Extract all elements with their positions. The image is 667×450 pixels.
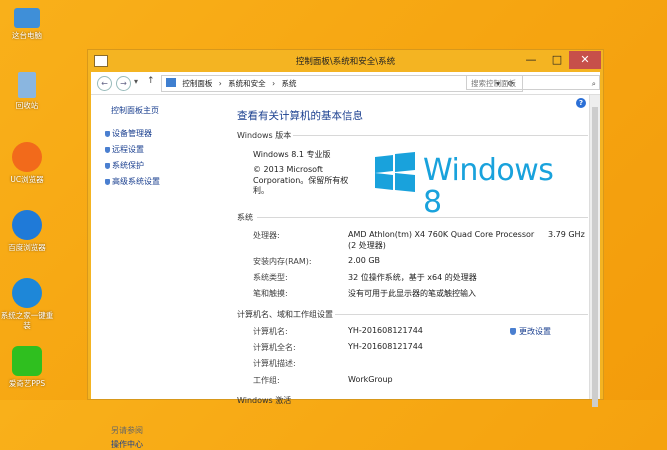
- desktop-icon-label: 系统之家一键重装: [0, 311, 54, 330]
- forward-button[interactable]: →: [116, 76, 131, 91]
- computer-name-label: 计算机名:: [253, 327, 288, 336]
- desktop-icon-system-reinstall[interactable]: 系统之家一键重装: [0, 278, 54, 331]
- desktop-icon-uc-browser[interactable]: UC浏览器: [2, 142, 52, 185]
- content-area: 控制面板主页 设备管理器 远程设置 系统保护 高级系统设置 另请参阅 操作中心 …: [91, 95, 600, 449]
- task-pane: 控制面板主页 设备管理器 远程设置 系统保护 高级系统设置 另请参阅 操作中心: [91, 95, 219, 449]
- see-also-heading: 另请参阅: [111, 426, 143, 435]
- title-bar[interactable]: 控制面板\系统和安全\系统 — □ ✕: [88, 50, 603, 72]
- link-label: 设备管理器: [112, 129, 152, 138]
- desktop-icon-label: 回收站: [15, 101, 39, 110]
- computer-name-value: YH-20160812174​4: [348, 326, 423, 335]
- change-settings-label: 更改设置: [519, 327, 551, 336]
- section-divider: [257, 217, 588, 218]
- control-panel-icon: [166, 78, 176, 87]
- ram-value: 2.00 GB: [348, 256, 381, 265]
- shield-icon: [105, 179, 110, 185]
- ram-label: 安装内存(RAM):: [253, 257, 312, 266]
- processor-speed: 3.79 GHz: [548, 230, 585, 239]
- computer-icon: [14, 8, 40, 28]
- workgroup-label: 工作组:: [253, 376, 280, 385]
- desktop-icon-this-pc[interactable]: 这台电脑: [2, 6, 52, 41]
- processor-count: (2 处理器): [348, 241, 386, 250]
- desktop-icon-label: 爱奇艺PPS: [8, 379, 46, 388]
- shield-icon: [105, 147, 110, 153]
- windows-8-logo: Windows 8: [375, 151, 575, 219]
- scrollbar-thumb[interactable]: [592, 107, 598, 407]
- vertical-scrollbar[interactable]: [589, 95, 600, 407]
- windows-flag-icon: [375, 151, 417, 193]
- change-settings-link[interactable]: 更改设置: [510, 326, 551, 337]
- advanced-system-settings-link[interactable]: 高级系统设置: [105, 176, 160, 187]
- system-heading: 系统: [237, 213, 253, 222]
- system-reinstall-icon: [12, 278, 42, 308]
- close-button[interactable]: ✕: [569, 51, 601, 69]
- full-computer-name-value: YH-20160812174​4: [348, 342, 423, 351]
- system-type-value: 32 位操作系统，基于 x64 的处理器: [348, 273, 477, 282]
- link-label: 远程设置: [112, 145, 144, 154]
- page-title: 查看有关计算机的基本信息: [237, 110, 363, 122]
- computer-name-heading: 计算机名、域和工作组设置: [237, 310, 333, 319]
- computer-description-label: 计算机描述:: [253, 359, 296, 368]
- search-placeholder: 搜索控制面板: [471, 79, 516, 88]
- copyright-line-3: 利。: [253, 186, 269, 195]
- shield-icon: [105, 131, 110, 137]
- windows-activation-heading: Windows 激活: [237, 396, 292, 405]
- copyright-line-1: © 2013 Microsoft: [253, 165, 323, 174]
- back-button[interactable]: ←: [97, 76, 112, 91]
- recycle-bin-icon: [18, 72, 36, 98]
- pen-touch-label: 笔和触摸:: [253, 289, 288, 298]
- breadcrumb-system[interactable]: 系统: [281, 79, 296, 88]
- search-input[interactable]: 搜索控制面板 ⌕: [466, 75, 600, 90]
- section-divider: [293, 135, 588, 136]
- desktop-icon-iqiyi-pps[interactable]: 爱奇艺PPS: [2, 346, 52, 389]
- minimize-button[interactable]: —: [519, 51, 543, 69]
- breadcrumb-system-security[interactable]: 系统和安全: [228, 79, 266, 88]
- link-label: 系统保护: [112, 161, 144, 170]
- desktop-icon-label: UC浏览器: [10, 175, 44, 184]
- uc-browser-icon: [12, 142, 42, 172]
- processor-value: AMD Athlon(tm) X4 760K Quad Core Process…: [348, 230, 535, 239]
- desktop-icon-label: 百度浏览器: [8, 243, 46, 252]
- navigation-bar: ← → ▾ ↑ 控制面板 › 系统和安全 › 系统 ▾ ⟳ 搜索控制面板 ⌕: [91, 72, 600, 95]
- breadcrumb-control-panel[interactable]: 控制面板: [182, 79, 212, 88]
- system-info-panel: 查看有关计算机的基本信息 Windows 版本 Windows 8.1 专业版 …: [235, 95, 588, 405]
- windows-edition-heading: Windows 版本: [237, 131, 292, 140]
- system-window: 控制面板\系统和安全\系统 — □ ✕ ← → ▾ ↑ 控制面板 › 系统和安全…: [87, 49, 604, 449]
- desktop-icon-label: 这台电脑: [12, 31, 42, 40]
- iqiyi-pps-icon: [12, 346, 42, 376]
- action-center-link[interactable]: 操作中心: [111, 439, 143, 450]
- system-protection-link[interactable]: 系统保护: [105, 160, 144, 171]
- pen-touch-value: 没有可用于此显示器的笔或触控输入: [348, 289, 476, 298]
- system-type-label: 系统类型:: [253, 273, 288, 282]
- section-divider: [335, 314, 588, 315]
- breadcrumb-separator[interactable]: ›: [219, 79, 222, 88]
- shield-icon: [105, 163, 110, 169]
- device-manager-link[interactable]: 设备管理器: [105, 128, 152, 139]
- baidu-browser-icon: [12, 210, 42, 240]
- full-computer-name-label: 计算机全名:: [253, 343, 296, 352]
- search-icon[interactable]: ⌕: [592, 76, 596, 91]
- maximize-button[interactable]: □: [545, 51, 569, 69]
- processor-label: 处理器:: [253, 231, 280, 240]
- up-button[interactable]: ↑: [147, 76, 155, 86]
- control-panel-home-link[interactable]: 控制面板主页: [111, 105, 159, 116]
- desktop-icon-recycle-bin[interactable]: 回收站: [2, 72, 52, 111]
- recent-locations-dropdown[interactable]: ▾: [134, 77, 138, 86]
- windows-logo-text: Windows 8: [423, 153, 554, 220]
- edition-name: Windows 8.1 专业版: [253, 150, 331, 159]
- remote-settings-link[interactable]: 远程设置: [105, 144, 144, 155]
- shield-icon: [510, 328, 516, 335]
- breadcrumb-separator[interactable]: ›: [272, 79, 275, 88]
- workgroup-value: WorkGroup: [348, 375, 393, 384]
- link-label: 高级系统设置: [112, 177, 160, 186]
- desktop-icon-baidu-browser[interactable]: 百度浏览器: [2, 210, 52, 253]
